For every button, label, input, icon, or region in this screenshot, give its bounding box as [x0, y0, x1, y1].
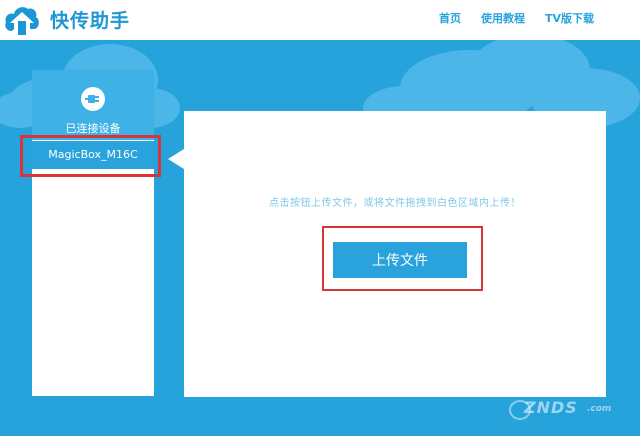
nav-tutorial-link[interactable]: 使用教程: [481, 10, 525, 26]
watermark-suffix: .com: [587, 404, 612, 414]
plug-icon: [81, 87, 105, 111]
watermark-text: ZNDS: [524, 398, 578, 417]
nav-home-link[interactable]: 首页: [439, 10, 461, 26]
app-title: 快传助手: [50, 10, 131, 32]
device-highlight-box: [20, 135, 161, 177]
top-nav: 首页 使用教程 TV版下载: [439, 10, 594, 26]
cloud-upload-logo-icon[interactable]: [3, 3, 41, 37]
top-header: 快传助手 首页 使用教程 TV版下载: [0, 0, 640, 40]
panel-pointer: [168, 149, 184, 169]
connected-devices-label: 已连接设备: [65, 122, 121, 135]
upload-file-button[interactable]: 上传文件: [333, 242, 467, 278]
nav-tv-download-link[interactable]: TV版下载: [545, 10, 594, 26]
upload-hint-text: 点击按钮上传文件，或将文件拖拽到白色区域内上传！: [269, 198, 521, 209]
